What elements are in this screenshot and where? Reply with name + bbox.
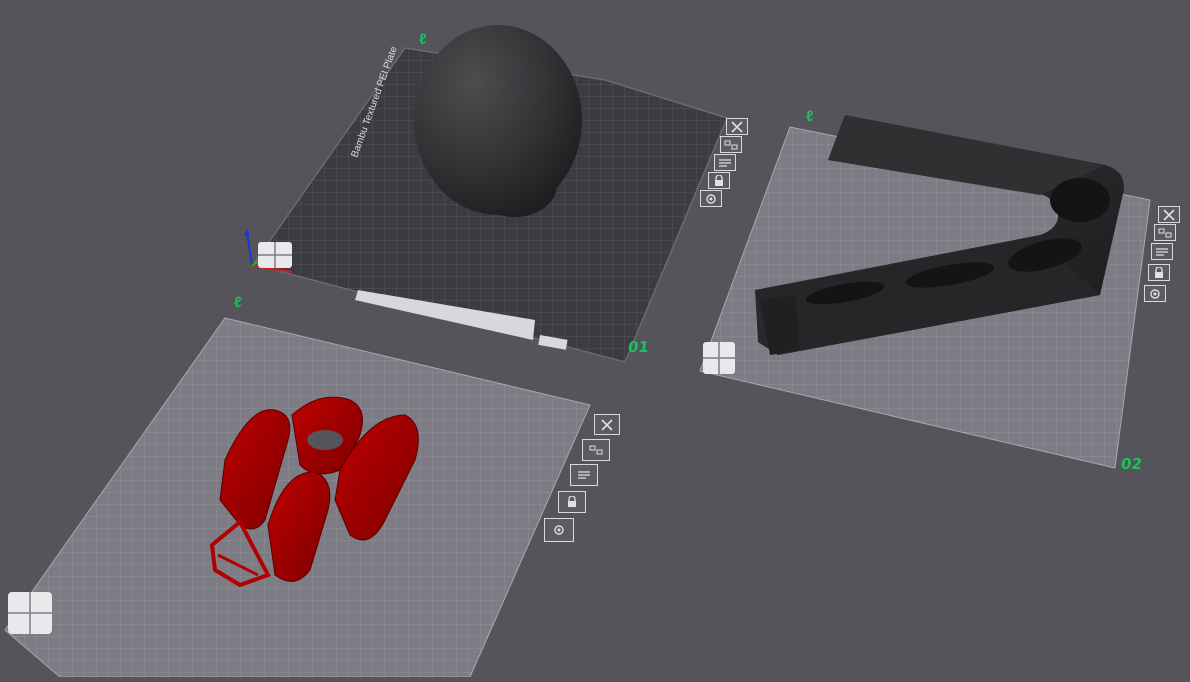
plate-03-corner-logo	[8, 592, 52, 634]
close-icon[interactable]	[594, 414, 620, 435]
3d-viewport[interactable]: Bambu Textured PEI Plate ℓ ℓ ℓ 01 02	[0, 0, 1190, 678]
orient-icon[interactable]	[570, 464, 598, 486]
plate-02-corner-logo	[703, 342, 735, 374]
plate-02-number[interactable]: 02	[1120, 455, 1143, 473]
close-icon[interactable]	[726, 118, 748, 135]
plate-01-number[interactable]: 01	[627, 338, 650, 356]
lock-icon[interactable]	[708, 172, 730, 189]
plate-02-edit-marker[interactable]: ℓ	[806, 108, 813, 125]
settings-icon[interactable]	[544, 518, 574, 542]
orient-icon[interactable]	[714, 154, 736, 171]
auto-arrange-icon[interactable]	[1154, 224, 1176, 241]
plate-03[interactable]	[4, 317, 591, 678]
settings-icon[interactable]	[700, 190, 722, 207]
lock-icon[interactable]	[1148, 264, 1170, 281]
plate-01[interactable]	[244, 25, 729, 363]
plate-03-edit-marker[interactable]: ℓ	[234, 294, 241, 311]
orient-icon[interactable]	[1151, 243, 1173, 260]
settings-icon[interactable]	[1144, 285, 1166, 302]
plate-01-corner-logo	[258, 242, 292, 268]
auto-arrange-icon[interactable]	[720, 136, 742, 153]
close-icon[interactable]	[1158, 206, 1180, 223]
plate-02[interactable]	[699, 115, 1151, 469]
plate-01-edit-marker[interactable]: ℓ	[419, 31, 426, 48]
lock-icon[interactable]	[558, 491, 586, 513]
auto-arrange-icon[interactable]	[582, 439, 610, 461]
